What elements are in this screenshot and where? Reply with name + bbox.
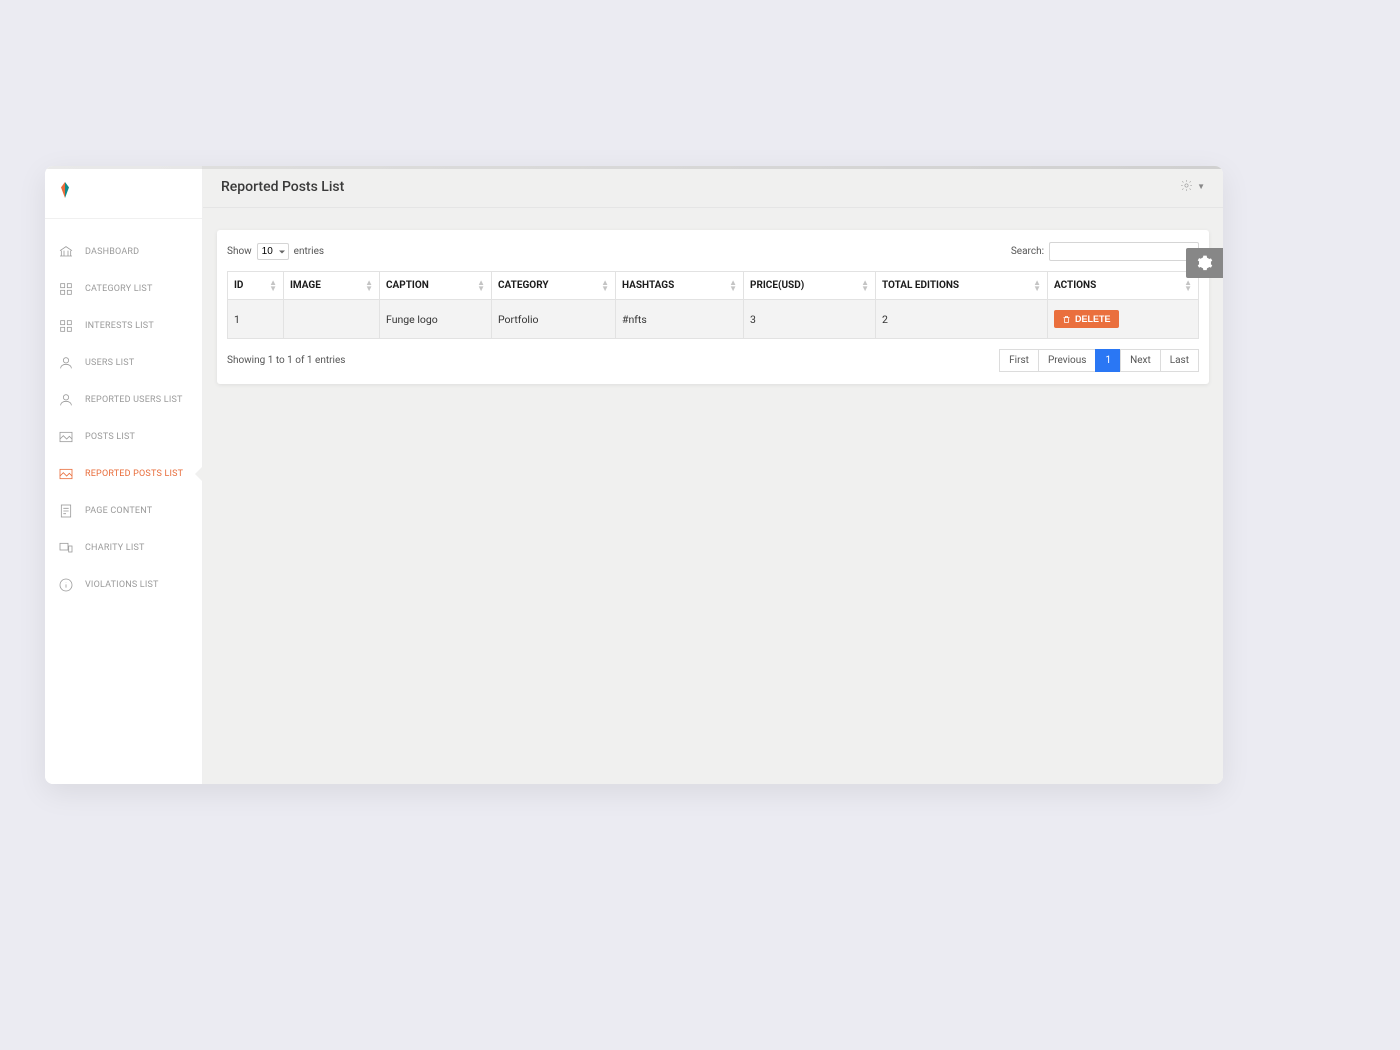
col-caption[interactable]: CAPTION▲▼ — [380, 272, 492, 300]
sidebar-item-violations-list[interactable]: VIOLATIONS LIST — [45, 566, 202, 603]
cell-category: Portfolio — [492, 300, 616, 339]
sidebar-item-interests-list[interactable]: INTERESTS LIST — [45, 307, 202, 344]
col-id[interactable]: ID▲▼ — [228, 272, 284, 300]
sort-icon: ▲▼ — [861, 280, 869, 292]
sidebar-item-label: REPORTED USERS LIST — [85, 395, 183, 405]
user-icon — [57, 354, 75, 372]
col-image[interactable]: IMAGE▲▼ — [284, 272, 380, 300]
col-price[interactable]: PRICE(USD)▲▼ — [744, 272, 876, 300]
image-icon — [57, 465, 75, 483]
gear-icon — [1197, 255, 1213, 271]
pager-last[interactable]: Last — [1160, 349, 1199, 372]
cell-hashtags: #nfts — [616, 300, 744, 339]
image-icon — [57, 428, 75, 446]
floating-settings-button[interactable] — [1186, 248, 1223, 278]
sidebar-item-charity-list[interactable]: CHARITY LIST — [45, 529, 202, 566]
sidebar-item-label: USERS LIST — [85, 358, 134, 368]
show-label: Show — [227, 246, 252, 257]
sidebar-item-page-content[interactable]: PAGE CONTENT — [45, 492, 202, 529]
cell-caption: Funge logo — [380, 300, 492, 339]
data-table: ID▲▼ IMAGE▲▼ CAPTION▲▼ CATEGORY▲▼ HASHTA… — [227, 271, 1199, 339]
cell-price: 3 — [744, 300, 876, 339]
search-label: Search: — [1011, 246, 1044, 257]
sidebar-item-label: REPORTED POSTS LIST — [85, 469, 183, 479]
sidebar-item-dashboard[interactable]: DASHBOARD — [45, 233, 202, 270]
sidebar-item-reported-users-list[interactable]: REPORTED USERS LIST — [45, 381, 202, 418]
col-category[interactable]: CATEGORY▲▼ — [492, 272, 616, 300]
delete-button[interactable]: DELETE — [1054, 310, 1119, 328]
info-icon — [57, 576, 75, 594]
sidebar-item-label: DASHBOARD — [85, 247, 139, 257]
table-info: Showing 1 to 1 of 1 entries — [227, 355, 345, 366]
table-toolbar: Show 10 entries Search: — [227, 242, 1199, 261]
col-actions[interactable]: ACTIONS▲▼ — [1048, 272, 1199, 300]
pager-first[interactable]: First — [999, 349, 1039, 372]
delete-label: DELETE — [1075, 314, 1111, 324]
app-logo-icon — [57, 180, 73, 200]
col-hashtags[interactable]: HASHTAGS▲▼ — [616, 272, 744, 300]
chevron-down-icon: ▼ — [1197, 182, 1205, 191]
sidebar-item-label: VIOLATIONS LIST — [85, 580, 159, 590]
sidebar: DASHBOARD CATEGORY LIST INTERESTS LIST U… — [45, 166, 203, 784]
sidebar-item-reported-posts-list[interactable]: REPORTED POSTS LIST — [45, 455, 202, 492]
page-header: Reported Posts List ▼ — [203, 166, 1223, 208]
table-footer: Showing 1 to 1 of 1 entries First Previo… — [227, 349, 1199, 372]
cell-image — [284, 300, 380, 339]
logo-area — [45, 166, 202, 219]
table-row: 1 Funge logo Portfolio #nfts 3 2 DELETE — [228, 300, 1199, 339]
app-window: DASHBOARD CATEGORY LIST INTERESTS LIST U… — [45, 166, 1223, 784]
pager-previous[interactable]: Previous — [1038, 349, 1097, 372]
main-area: Reported Posts List ▼ Show 10 entri — [203, 166, 1223, 784]
cell-editions: 2 — [876, 300, 1048, 339]
grid-icon — [57, 317, 75, 335]
table-card: Show 10 entries Search: — [217, 230, 1209, 384]
sidebar-item-users-list[interactable]: USERS LIST — [45, 344, 202, 381]
sort-icon: ▲▼ — [601, 280, 609, 292]
sort-icon: ▲▼ — [269, 280, 277, 292]
search-wrap: Search: — [1011, 242, 1199, 261]
sidebar-nav: DASHBOARD CATEGORY LIST INTERESTS LIST U… — [45, 219, 202, 603]
entries-select[interactable]: 10 — [257, 243, 289, 260]
sidebar-item-label: CATEGORY LIST — [85, 284, 153, 294]
document-icon — [57, 502, 75, 520]
sort-icon: ▲▼ — [729, 280, 737, 292]
pagination: First Previous 1 Next Last — [1000, 349, 1199, 372]
sidebar-item-category-list[interactable]: CATEGORY LIST — [45, 270, 202, 307]
cell-actions: DELETE — [1048, 300, 1199, 339]
sort-icon: ▲▼ — [1033, 280, 1041, 292]
sidebar-item-label: INTERESTS LIST — [85, 321, 154, 331]
sort-icon: ▲▼ — [477, 280, 485, 292]
grid-icon — [57, 280, 75, 298]
sort-icon: ▲▼ — [1184, 280, 1192, 292]
content: Show 10 entries Search: — [203, 208, 1223, 406]
entries-selector: Show 10 entries — [227, 243, 324, 260]
sort-icon: ▲▼ — [365, 280, 373, 292]
devices-icon — [57, 539, 75, 557]
gear-icon — [1180, 177, 1193, 196]
page-title: Reported Posts List — [221, 179, 344, 195]
sidebar-item-label: PAGE CONTENT — [85, 506, 152, 516]
cell-id: 1 — [228, 300, 284, 339]
search-input[interactable] — [1049, 242, 1199, 261]
trash-icon — [1062, 315, 1071, 324]
user-icon — [57, 391, 75, 409]
entries-label: entries — [294, 246, 324, 257]
pager-page-1[interactable]: 1 — [1095, 349, 1121, 372]
col-total-editions[interactable]: TOTAL EDITIONS▲▼ — [876, 272, 1048, 300]
sidebar-item-label: POSTS LIST — [85, 432, 135, 442]
sidebar-item-posts-list[interactable]: POSTS LIST — [45, 418, 202, 455]
header-settings-dropdown[interactable]: ▼ — [1180, 177, 1205, 196]
pager-next[interactable]: Next — [1120, 349, 1161, 372]
sidebar-item-label: CHARITY LIST — [85, 543, 145, 553]
bank-icon — [57, 243, 75, 261]
